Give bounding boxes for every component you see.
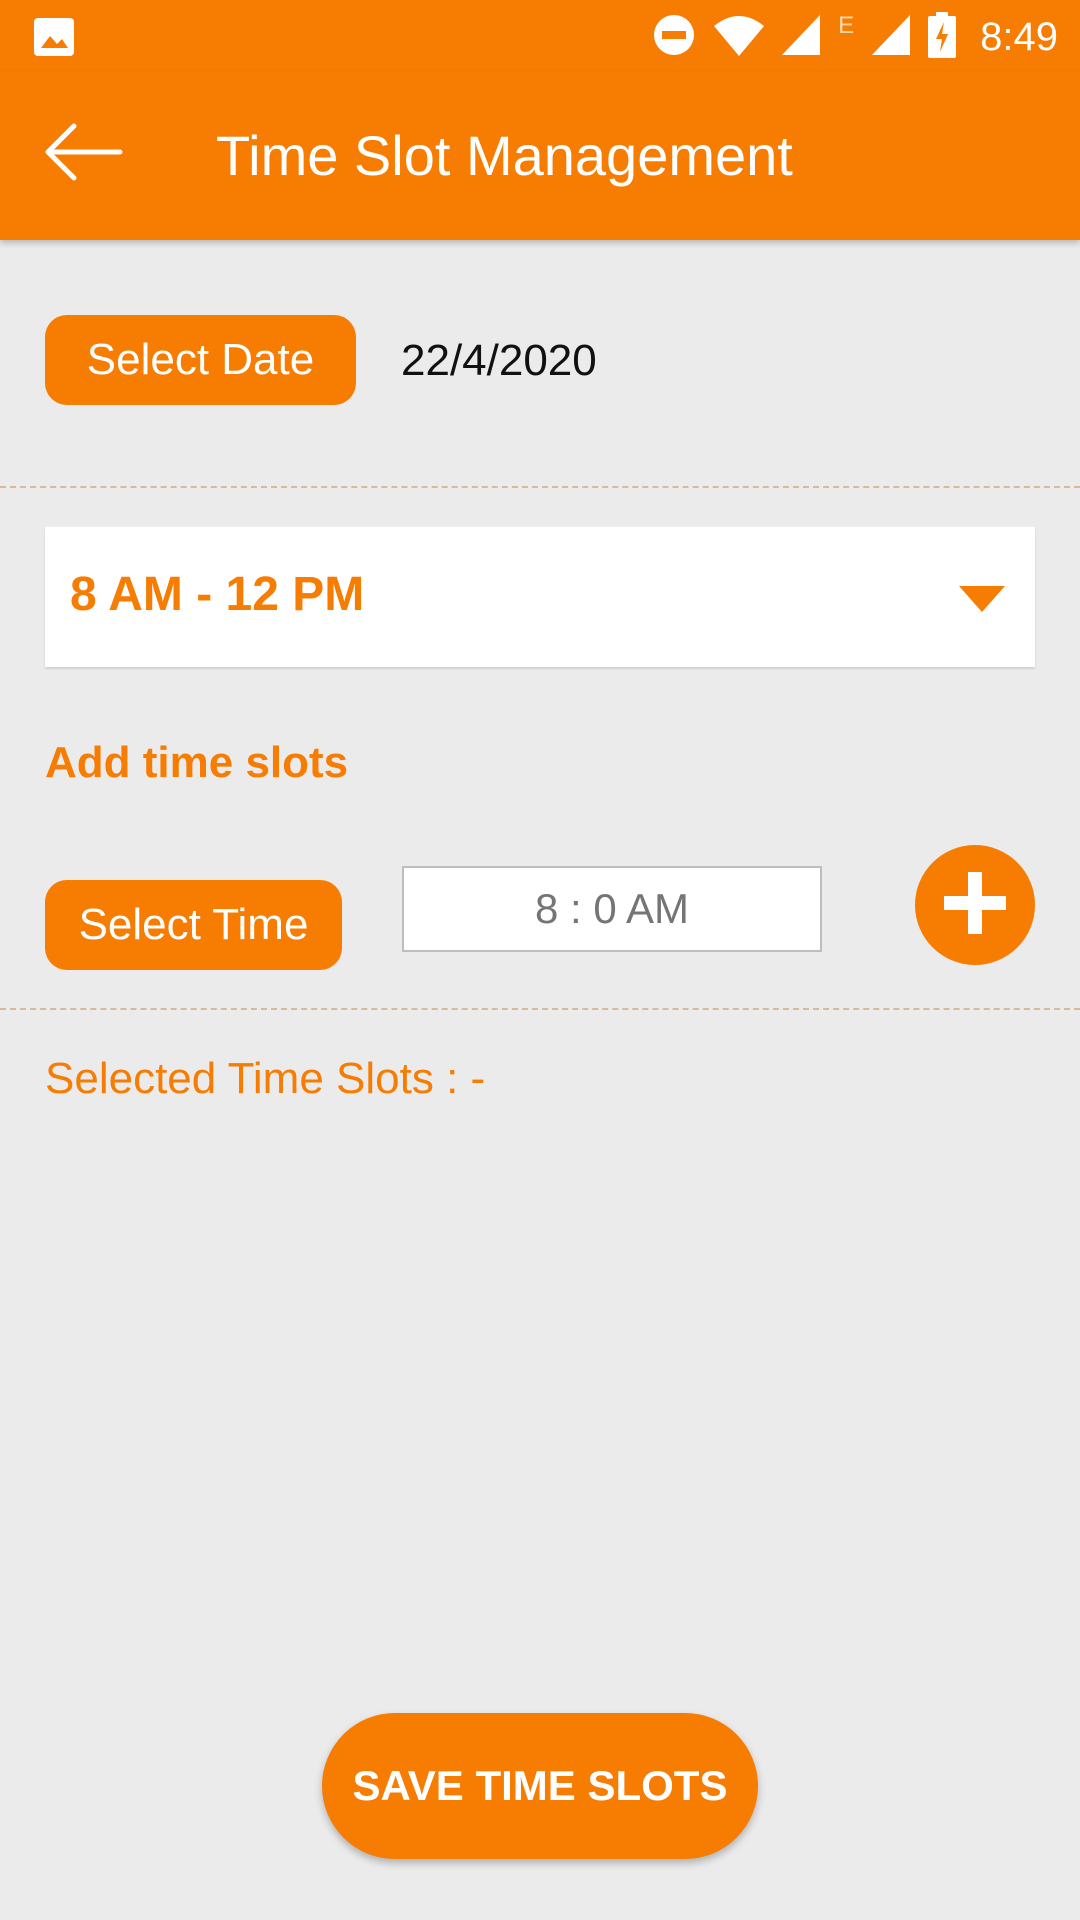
status-time: 8:49 (980, 14, 1058, 59)
signal-icon (872, 14, 911, 60)
add-slot-button[interactable] (915, 845, 1035, 965)
selected-date: 22/4/2020 (401, 336, 597, 385)
select-time-button[interactable]: Select Time (45, 880, 342, 970)
gallery-icon (34, 18, 74, 61)
arrow-back-icon[interactable] (40, 122, 130, 182)
time-value-field[interactable]: 8 : 0 AM (402, 866, 822, 952)
selected-time-slots-label: Selected Time Slots : - (45, 1054, 486, 1103)
time-slot-dropdown[interactable]: 8 AM - 12 PM (45, 527, 1035, 667)
divider (0, 1008, 1080, 1010)
dropdown-arrow-icon (959, 586, 1005, 617)
dropdown-selected-value: 8 AM - 12 PM (70, 568, 365, 621)
plus-icon (944, 871, 1006, 939)
app-bar: Time Slot Management (0, 72, 1080, 240)
dnd-icon (652, 13, 696, 62)
save-time-slots-button[interactable]: SAVE TIME SLOTS (322, 1713, 758, 1859)
network-type-label: E (838, 12, 855, 39)
page-title: Time Slot Management (216, 124, 793, 187)
battery-charging-icon (928, 11, 957, 63)
select-date-button[interactable]: Select Date (45, 315, 356, 405)
signal-icon (782, 14, 821, 60)
wifi-icon (714, 14, 765, 61)
add-time-slots-label: Add time slots (45, 738, 349, 787)
status-bar: E 8:49 (0, 0, 1080, 72)
divider (0, 486, 1080, 488)
